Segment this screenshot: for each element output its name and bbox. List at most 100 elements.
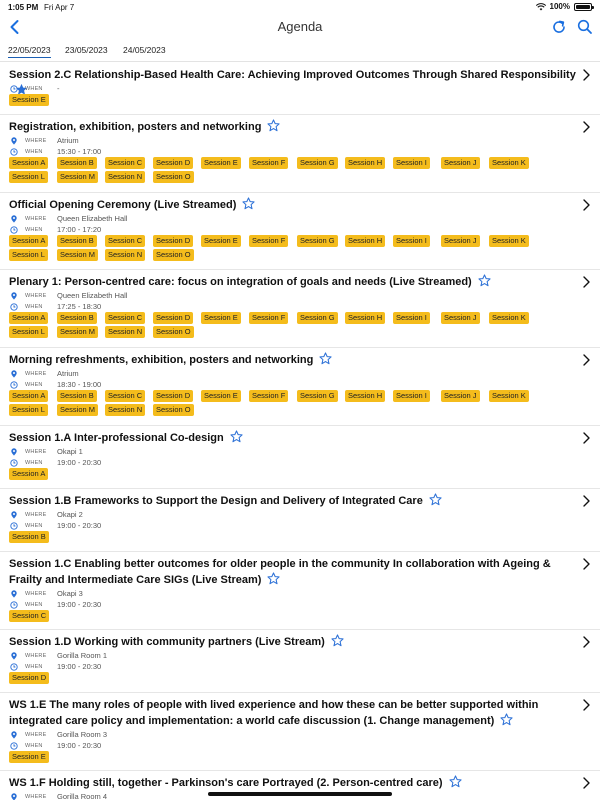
chevron-right-icon[interactable] bbox=[581, 69, 591, 81]
track-chip[interactable]: Session J bbox=[441, 312, 480, 324]
session-row[interactable]: WS 1.E The many roles of people with liv… bbox=[0, 693, 600, 771]
track-chip[interactable]: Session E bbox=[201, 157, 241, 169]
track-chip[interactable]: Session I bbox=[393, 390, 430, 402]
star-outline-icon[interactable] bbox=[230, 430, 243, 443]
track-chip[interactable]: Session G bbox=[297, 157, 338, 169]
track-chip[interactable]: Session M bbox=[57, 326, 99, 338]
track-chip[interactable]: Session A bbox=[9, 468, 49, 480]
star-outline-icon[interactable] bbox=[267, 572, 281, 585]
track-chip[interactable]: Session D bbox=[153, 390, 194, 402]
track-chip[interactable]: Session A bbox=[9, 235, 49, 247]
track-chip[interactable]: Session F bbox=[249, 157, 289, 169]
chevron-right-icon[interactable] bbox=[581, 495, 591, 507]
track-chip[interactable]: Session M bbox=[57, 171, 99, 183]
chevron-right-icon[interactable] bbox=[581, 558, 591, 570]
track-chip[interactable]: Session D bbox=[153, 312, 194, 324]
session-row[interactable]: Registration, exhibition, posters and ne… bbox=[0, 115, 600, 193]
chevron-right-icon[interactable] bbox=[581, 276, 591, 288]
track-chip[interactable]: Session O bbox=[153, 249, 194, 261]
chevron-right-icon[interactable] bbox=[581, 199, 591, 211]
track-chip[interactable]: Session H bbox=[345, 390, 386, 402]
chevron-right-icon[interactable] bbox=[581, 699, 591, 711]
track-chip[interactable]: Session E bbox=[201, 312, 241, 324]
track-chip[interactable]: Session B bbox=[57, 235, 97, 247]
track-chip[interactable]: Session E bbox=[201, 390, 241, 402]
track-chip[interactable]: Session K bbox=[489, 312, 529, 324]
track-chip[interactable]: Session N bbox=[105, 249, 146, 261]
track-chip[interactable]: Session L bbox=[9, 249, 48, 261]
star-outline-icon[interactable] bbox=[331, 634, 344, 647]
track-chip[interactable]: Session H bbox=[345, 157, 386, 169]
track-chip[interactable]: Session E bbox=[9, 94, 49, 106]
track-chip[interactable]: Session L bbox=[9, 171, 48, 183]
track-chip[interactable]: Session K bbox=[489, 235, 529, 247]
track-chip[interactable]: Session H bbox=[345, 235, 386, 247]
track-chip[interactable]: Session M bbox=[57, 249, 99, 261]
session-row[interactable]: Session 1.D Working with community partn… bbox=[0, 630, 600, 693]
track-chip[interactable]: Session G bbox=[297, 312, 338, 324]
star-outline-icon[interactable] bbox=[267, 119, 281, 132]
track-chip[interactable]: Session O bbox=[153, 171, 194, 183]
track-chip[interactable]: Session J bbox=[441, 390, 480, 402]
refresh-icon[interactable] bbox=[550, 18, 568, 36]
track-chip[interactable]: Session I bbox=[393, 157, 430, 169]
search-icon[interactable] bbox=[576, 18, 594, 36]
track-chip[interactable]: Session N bbox=[105, 404, 146, 416]
track-chip[interactable]: Session A bbox=[9, 390, 49, 402]
session-row[interactable]: Official Opening Ceremony (Live Streamed… bbox=[0, 193, 600, 270]
home-indicator[interactable] bbox=[208, 792, 392, 796]
session-row[interactable]: Plenary 1: Person-centred care: focus on… bbox=[0, 270, 600, 348]
track-chip[interactable]: Session J bbox=[441, 235, 480, 247]
track-chip[interactable]: Session F bbox=[249, 390, 289, 402]
track-chip[interactable]: Session A bbox=[9, 157, 49, 169]
track-chip[interactable]: Session C bbox=[9, 610, 50, 622]
track-chip[interactable]: Session C bbox=[105, 157, 146, 169]
star-outline-icon[interactable] bbox=[319, 352, 332, 365]
track-chip[interactable]: Session H bbox=[345, 312, 386, 324]
star-outline-icon[interactable] bbox=[429, 493, 442, 506]
track-chip[interactable]: Session B bbox=[57, 157, 97, 169]
session-row[interactable]: Session 1.A Inter-professional Co-design… bbox=[0, 426, 600, 489]
session-row[interactable]: Morning refreshments, exhibition, poster… bbox=[0, 348, 600, 426]
star-outline-icon[interactable] bbox=[448, 775, 462, 788]
track-chip[interactable]: Session F bbox=[249, 235, 289, 247]
track-chip[interactable]: Session G bbox=[297, 235, 338, 247]
track-chip[interactable]: Session D bbox=[9, 672, 50, 684]
track-chip[interactable]: Session N bbox=[105, 326, 146, 338]
chevron-right-icon[interactable] bbox=[581, 432, 591, 444]
track-chip[interactable]: Session I bbox=[393, 312, 430, 324]
tab-23-05-2023[interactable]: 23/05/2023 bbox=[65, 45, 108, 55]
track-chip[interactable]: Session D bbox=[153, 235, 194, 247]
track-chip[interactable]: Session G bbox=[297, 390, 338, 402]
track-chip[interactable]: Session J bbox=[441, 157, 480, 169]
tab-22-05-2023[interactable]: 22/05/2023 bbox=[8, 45, 51, 58]
track-chip[interactable]: Session L bbox=[9, 404, 48, 416]
star-outline-icon[interactable] bbox=[242, 197, 255, 210]
track-chip[interactable]: Session A bbox=[9, 312, 49, 324]
chevron-right-icon[interactable] bbox=[581, 354, 591, 366]
star-outline-icon[interactable] bbox=[478, 274, 491, 287]
track-chip[interactable]: Session C bbox=[105, 390, 146, 402]
star-outline-icon[interactable] bbox=[500, 713, 513, 726]
track-chip[interactable]: Session K bbox=[489, 157, 529, 169]
track-chip[interactable]: Session E bbox=[201, 235, 241, 247]
track-chip[interactable]: Session N bbox=[105, 171, 146, 183]
chevron-right-icon[interactable] bbox=[581, 777, 591, 789]
track-chip[interactable]: Session K bbox=[489, 390, 529, 402]
track-chip[interactable]: Session L bbox=[9, 326, 48, 338]
session-row[interactable]: Session 1.C Enabling better outcomes for… bbox=[0, 552, 600, 630]
chevron-right-icon[interactable] bbox=[581, 636, 591, 648]
tab-24-05-2023[interactable]: 24/05/2023 bbox=[123, 45, 166, 55]
track-chip[interactable]: Session M bbox=[57, 404, 99, 416]
chevron-right-icon[interactable] bbox=[581, 121, 591, 133]
track-chip[interactable]: Session O bbox=[153, 404, 194, 416]
track-chip[interactable]: Session C bbox=[105, 312, 146, 324]
session-row[interactable]: Session 2.C Relationship-Based Health Ca… bbox=[0, 63, 600, 115]
track-chip[interactable]: Session I bbox=[393, 235, 430, 247]
track-chip[interactable]: Session C bbox=[105, 235, 146, 247]
track-chip[interactable]: Session O bbox=[153, 326, 194, 338]
track-chip[interactable]: Session B bbox=[57, 390, 97, 402]
track-chip[interactable]: Session F bbox=[249, 312, 289, 324]
session-row[interactable]: Session 1.B Frameworks to Support the De… bbox=[0, 489, 600, 552]
track-chip[interactable]: Session D bbox=[153, 157, 194, 169]
